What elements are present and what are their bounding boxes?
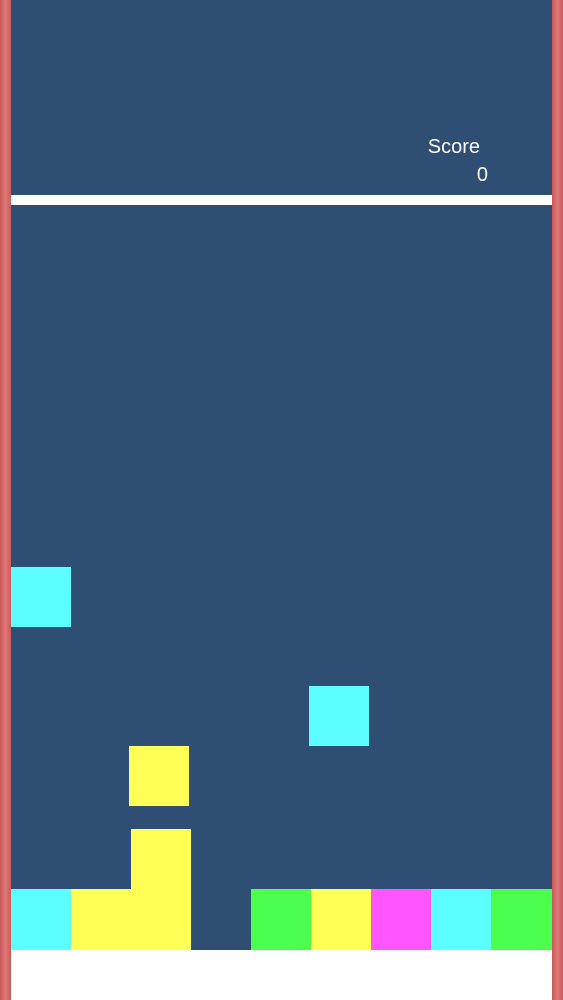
- bottom-row-cell-6: [311, 889, 371, 950]
- playfield[interactable]: [11, 205, 552, 950]
- bottom-row-cell-9: [491, 889, 552, 950]
- bottom-row-cell-5: [251, 889, 311, 950]
- cyan-block-floating-mid: [309, 686, 369, 746]
- score-label: Score: [427, 136, 480, 158]
- score-value: 0: [476, 164, 488, 186]
- header-divider: [11, 195, 552, 205]
- bottom-row-cell-8: [431, 889, 491, 950]
- yellow-block-column-top: [131, 829, 191, 889]
- bottom-row-cell-7: [371, 889, 431, 950]
- cyan-block-floating-left: [11, 567, 71, 627]
- right-wall: [552, 0, 563, 1000]
- score-header: Score 0: [11, 0, 552, 195]
- bottom-white-area: [11, 950, 552, 1000]
- bottom-row-cell-3: [131, 889, 191, 950]
- bottom-row-cell-1: [11, 889, 71, 950]
- left-wall: [0, 0, 11, 1000]
- yellow-block-floating: [129, 746, 189, 806]
- game-screen: Score 0: [0, 0, 563, 1000]
- bottom-row-cell-2: [71, 889, 131, 950]
